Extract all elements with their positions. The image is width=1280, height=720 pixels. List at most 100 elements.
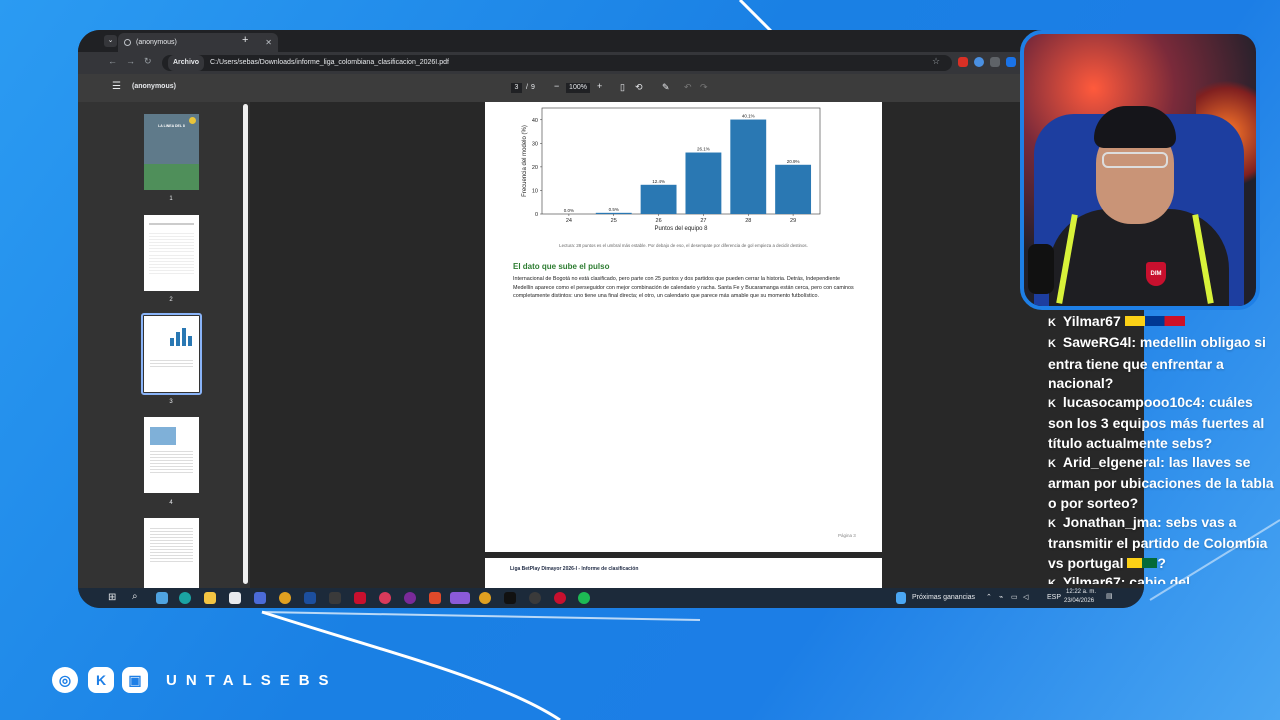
bar-value-label: 12.4% (652, 179, 665, 184)
kick-icon: K (1048, 458, 1056, 471)
thumbnail-number: 2 (169, 297, 173, 303)
thumbnail-page-5[interactable] (144, 518, 199, 588)
obs-icon[interactable] (450, 592, 470, 604)
windows-start-icon[interactable]: ⊞ (108, 592, 116, 603)
pdf-toolbar: ☰ (anonymous) 3 / 9 − 100% + ▯ ⟲ ✎ ↶ ↷ (78, 74, 1144, 102)
network-icon[interactable]: ⌁ (999, 593, 1003, 601)
address-bar: ← → ↻ Archivo C:/Users/sebas/Downloads/i… (78, 52, 1144, 74)
x-tick-label: 25 (611, 218, 617, 224)
thumbnail-page-3[interactable] (144, 316, 199, 392)
volume-icon[interactable]: ◁ (1023, 593, 1028, 601)
bar-value-label: 20.9% (787, 159, 800, 164)
omnibox[interactable]: Archivo C:/Users/sebas/Downloads/informe… (162, 55, 952, 71)
forward-icon[interactable]: → (126, 56, 135, 66)
y-tick-label: 30 (532, 141, 538, 147)
thumbnail-page-4[interactable] (144, 417, 199, 493)
sidebar-scrollbar[interactable] (243, 104, 248, 584)
chat-message: K Arid_elgeneral: las llaves se arman po… (1048, 453, 1278, 513)
kick-icon: K (88, 667, 114, 693)
chat-message: K Yilmar67 (1048, 312, 1278, 333)
url-text: C:/Users/sebas/Downloads/informe_liga_co… (210, 59, 449, 66)
redo-icon[interactable]: ↷ (700, 82, 708, 93)
new-tab-button[interactable]: + (242, 34, 248, 46)
clock-date[interactable]: 23/04/2026 (1064, 598, 1094, 604)
extension-icon-red[interactable] (958, 57, 968, 67)
zoom-out-button[interactable]: − (554, 81, 559, 91)
thumbnail-cover-title: LA LINEA DEL 8 (158, 124, 185, 128)
browser-tab[interactable]: (anonymous) ✕ (118, 33, 278, 52)
thumbnail-page-1[interactable]: LA LINEA DEL 8 (144, 114, 199, 190)
bar-chart: 0 10 20 30 40 0.0% 24 0.5% 25 12.4% 26 26.1% 27 40.1%… (522, 107, 821, 232)
page-number-input[interactable]: 3 (511, 83, 522, 93)
chat-username: SaweRG4l (1062, 334, 1132, 351)
menu-icon[interactable]: ☰ (112, 81, 121, 92)
x-tick-label: 27 (700, 218, 706, 224)
tray-chevron-icon[interactable]: ⌃ (986, 593, 992, 601)
kick-icon: K (1048, 317, 1056, 329)
screen-capture: ⌄ (anonymous) ✕ + ← → ↻ Archivo C:/Users… (78, 30, 1144, 608)
x-tick-label: 29 (790, 218, 796, 224)
clock-time[interactable]: 12:22 a. m. (1066, 589, 1096, 595)
extension-icon-blue[interactable] (974, 57, 984, 67)
spotify-icon[interactable] (578, 592, 590, 604)
brave-icon[interactable] (429, 592, 441, 604)
chart-bar (685, 152, 722, 214)
x-tick-label: 24 (566, 218, 572, 224)
chat-username: Yilmar67 (1062, 313, 1121, 329)
back-icon[interactable]: ← (108, 56, 117, 66)
app-icon-red[interactable] (354, 592, 366, 604)
globe-icon (124, 39, 131, 46)
extension-icon-gray[interactable] (990, 57, 1000, 67)
ball-icon (189, 117, 196, 124)
tiktok-icon[interactable] (504, 592, 516, 604)
page-number: Página 3 (838, 533, 856, 538)
chat-username: Jonathan_jma (1062, 513, 1158, 530)
thumbnail-number: 4 (169, 500, 173, 506)
app-icon-purple[interactable] (404, 592, 416, 604)
microphone (1028, 244, 1054, 294)
stream-chat: K Yilmar67 K SaweRG4l: medellin obligao … (1048, 312, 1278, 584)
chat-username: Yilmar67 (1062, 573, 1121, 584)
bar-value-label: 26.1% (697, 147, 710, 152)
star-icon[interactable]: ☆ (932, 56, 940, 67)
streamer-hair (1094, 106, 1176, 148)
widget-icon[interactable] (896, 592, 906, 604)
thumbnail-page-2[interactable] (144, 215, 199, 291)
chrome-icon-2[interactable] (479, 592, 491, 604)
total-pages: 9 (531, 84, 535, 91)
chat-text: : cabio del (1120, 573, 1190, 584)
calendar-icon[interactable] (229, 592, 241, 604)
browser-tabbar: ⌄ (anonymous) ✕ + (78, 30, 1144, 52)
fit-page-icon[interactable]: ▯ (620, 82, 625, 93)
app-icon-red-2[interactable] (554, 592, 566, 604)
annotate-icon[interactable]: ✎ (662, 82, 670, 93)
file-explorer-icon[interactable] (204, 592, 216, 604)
file-chip[interactable]: Archivo (168, 55, 205, 71)
display-icon[interactable]: ▭ (1011, 593, 1018, 601)
outlook-icon[interactable] (304, 592, 316, 604)
zoom-in-button[interactable]: + (597, 81, 602, 91)
copilot-icon[interactable] (156, 592, 168, 604)
chat-message: K lucasocampooo10c4: cuáles son los 3 eq… (1048, 393, 1278, 453)
app-icon-pink[interactable] (379, 592, 391, 604)
chrome-icon[interactable] (279, 592, 291, 604)
reload-icon[interactable]: ↻ (144, 56, 152, 67)
edge-icon[interactable] (179, 592, 191, 604)
translate-icon[interactable] (1006, 57, 1016, 67)
x-axis-label: Puntos del equipo 8 (654, 226, 708, 232)
tab-search-button[interactable]: ⌄ (104, 35, 117, 47)
kick-icon: K (1048, 338, 1056, 351)
language-indicator[interactable]: ESP (1047, 594, 1061, 601)
teams-icon[interactable] (254, 592, 266, 604)
kick-icon: K (1048, 517, 1056, 530)
close-icon[interactable]: ✕ (265, 33, 272, 52)
search-icon[interactable]: ⌕ (132, 591, 138, 602)
taskbar-widget-text[interactable]: Próximas ganancias (912, 594, 975, 601)
notification-icon[interactable]: ▤ (1106, 592, 1113, 600)
undo-icon[interactable]: ↶ (684, 82, 692, 93)
zoom-input[interactable]: 100% (566, 83, 590, 93)
app-icon[interactable] (329, 592, 341, 604)
rotate-icon[interactable]: ⟲ (635, 82, 643, 93)
app-icon-dark[interactable] (529, 592, 541, 604)
windows-taskbar: ⊞ ⌕ Próximas ganancias ⌃ ⌁ ▭ ◁ ESP 12:22… (78, 588, 1144, 608)
